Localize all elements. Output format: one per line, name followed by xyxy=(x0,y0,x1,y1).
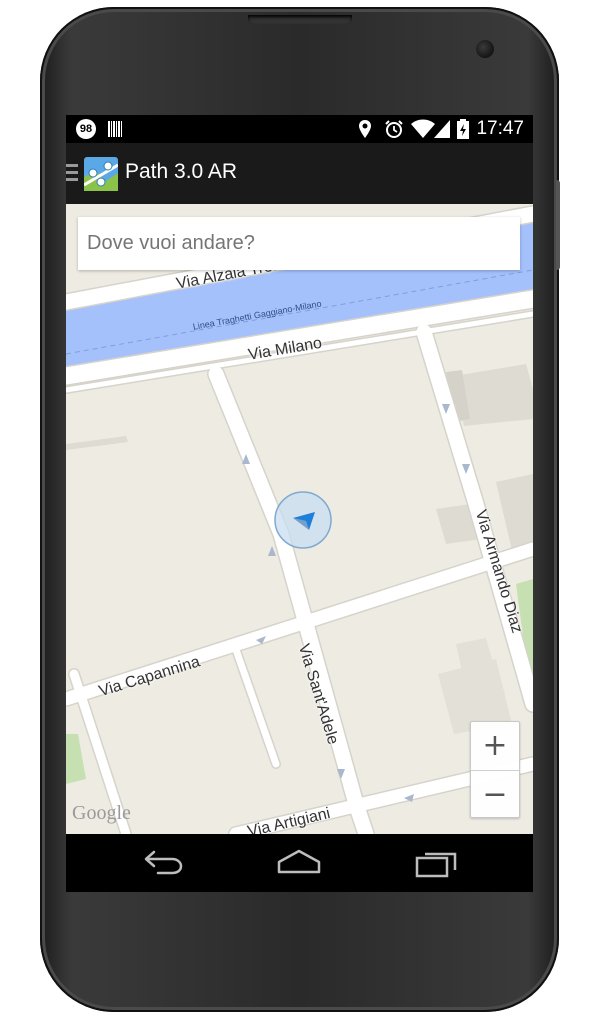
google-attribution-logo[interactable]: Google xyxy=(72,802,131,825)
notification-count-badge[interactable]: 98 xyxy=(76,119,96,139)
location-pin-icon xyxy=(359,120,371,138)
map-view[interactable]: Via Alzaia Trento Linea Traghetti Gaggia… xyxy=(66,204,533,834)
zoom-control: + − xyxy=(470,721,520,818)
clock: 17:47 xyxy=(476,118,524,139)
power-button[interactable] xyxy=(556,180,560,270)
app-title: Path 3.0 AR xyxy=(125,160,238,183)
current-location-marker[interactable] xyxy=(273,490,333,550)
screen: 98 17:47 Path 3.0 AR Via Alzaia Trento L… xyxy=(66,115,533,892)
action-bar: Path 3.0 AR xyxy=(66,143,533,204)
back-icon[interactable] xyxy=(142,848,184,876)
home-icon[interactable] xyxy=(277,848,321,876)
status-bar: 98 17:47 xyxy=(66,115,533,143)
zoom-in-button[interactable]: + xyxy=(471,722,519,769)
navigation-bar xyxy=(66,834,533,892)
wifi-icon xyxy=(411,119,435,138)
front-camera xyxy=(476,40,494,58)
signal-icon xyxy=(434,120,450,138)
recent-apps-icon[interactable] xyxy=(415,848,459,878)
zoom-out-button[interactable]: − xyxy=(471,770,519,818)
app-logo-icon[interactable] xyxy=(84,157,118,191)
alarm-icon xyxy=(385,120,403,138)
drawer-icon[interactable] xyxy=(66,164,80,182)
battery-icon xyxy=(457,119,469,139)
search-input[interactable] xyxy=(78,217,520,270)
barcode-icon[interactable] xyxy=(108,121,122,137)
earpiece-speaker xyxy=(248,15,352,24)
